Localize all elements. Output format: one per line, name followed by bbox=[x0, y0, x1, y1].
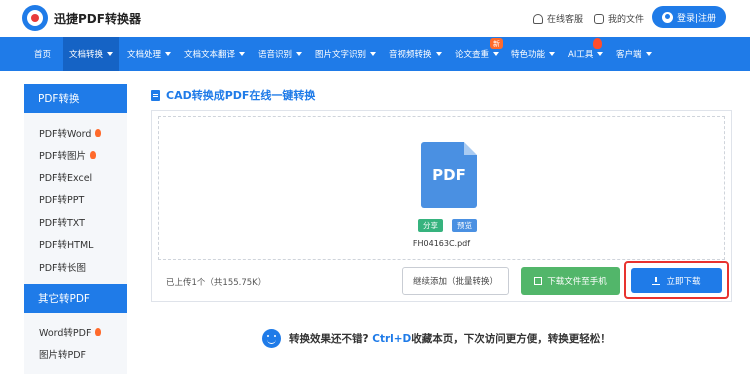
tip-shortcut: Ctrl+D bbox=[372, 333, 412, 345]
nav-label: 文档文本翻译 bbox=[184, 50, 236, 60]
nav-label: 音视频转换 bbox=[389, 50, 432, 60]
fire-icon bbox=[95, 328, 102, 336]
sidebar-item-label: PDF转Word bbox=[39, 129, 92, 140]
download-highlight: 立即下载 bbox=[624, 261, 729, 299]
nav-label: 图片文字识别 bbox=[315, 50, 367, 60]
nav-features[interactable]: 特色功能 bbox=[505, 37, 561, 71]
upload-dropzone[interactable]: PDF 分享 预览 FH04163C.pdf bbox=[158, 116, 725, 260]
nav-client[interactable]: 客户端 bbox=[610, 37, 658, 71]
sidebar: PDF转换 PDF转Word PDF转图片 PDF转Excel PDF转PPT … bbox=[24, 84, 127, 374]
page-title-text: CAD转换成PDF在线一键转换 bbox=[166, 89, 316, 102]
nav-label: 文档处理 bbox=[127, 50, 162, 60]
file-name: FH04163C.pdf bbox=[412, 239, 471, 248]
my-files-link[interactable]: 我的文件 bbox=[594, 12, 644, 25]
preview-button[interactable]: 预览 bbox=[452, 219, 477, 232]
nav-ocr[interactable]: 图片文字识别 bbox=[309, 37, 382, 71]
sidebar-item-pdf-ppt[interactable]: PDF转PPT bbox=[39, 192, 84, 206]
download-to-phone-button[interactable]: 下载文件至手机 bbox=[521, 267, 620, 295]
nav-av-convert[interactable]: 音视频转换 bbox=[383, 37, 448, 71]
sidebar-item-pdf-excel[interactable]: PDF转Excel bbox=[39, 170, 92, 184]
chevron-down-icon bbox=[493, 52, 500, 56]
top-header: 迅捷PDF转换器 在线客服 我的文件 登录|注册 bbox=[0, 0, 750, 36]
nav-home[interactable]: 首页 bbox=[28, 37, 57, 71]
login-label: 登录|注册 bbox=[676, 13, 717, 24]
tip-text-1: 转换效果还不错? bbox=[289, 333, 369, 345]
nav-translate[interactable]: 文档文本翻译 bbox=[178, 37, 251, 71]
logo-icon[interactable] bbox=[22, 5, 48, 31]
nav-label: 客户端 bbox=[616, 50, 642, 60]
fire-icon bbox=[90, 151, 97, 159]
sidebar-item-pdf-longimage[interactable]: PDF转长图 bbox=[39, 260, 86, 274]
pdf-file-icon: PDF bbox=[421, 142, 477, 208]
headset-icon bbox=[533, 13, 543, 24]
sidebar-item-pdf-image[interactable]: PDF转图片 bbox=[39, 148, 97, 162]
sidebar-item-label: PDF转PPT bbox=[39, 195, 85, 206]
sidebar-item-label: PDF转长图 bbox=[39, 263, 87, 274]
download-now-button[interactable]: 立即下载 bbox=[631, 268, 722, 293]
nav-doc-convert[interactable]: 文档转换 bbox=[63, 37, 120, 71]
chevron-down-icon bbox=[645, 52, 652, 56]
file-icon bbox=[594, 13, 604, 24]
sidebar-item-pdf-word[interactable]: PDF转Word bbox=[39, 126, 102, 140]
pdf-file-label: PDF bbox=[432, 166, 466, 184]
sidebar-item-word-pdf[interactable]: Word转PDF bbox=[39, 325, 102, 339]
chevron-down-icon bbox=[239, 52, 246, 56]
brand-name[interactable]: 迅捷PDF转换器 bbox=[54, 10, 141, 27]
page-title: CAD转换成PDF在线一键转换 bbox=[151, 87, 315, 103]
sidebar-item-image-pdf[interactable]: 图片转PDF bbox=[39, 347, 86, 361]
nav-label: 特色功能 bbox=[511, 50, 546, 60]
support-label: 在线客服 bbox=[547, 15, 584, 25]
phone-button-label: 下载文件至手机 bbox=[547, 277, 607, 287]
nav-speech[interactable]: 语音识别 bbox=[252, 37, 308, 71]
user-icon bbox=[661, 11, 673, 23]
sidebar-item-label: PDF转图片 bbox=[39, 151, 87, 162]
sidebar-item-label: PDF转TXT bbox=[39, 218, 85, 229]
share-button[interactable]: 分享 bbox=[418, 219, 443, 232]
chevron-down-icon bbox=[597, 52, 604, 56]
sidebar-item-pdf-txt[interactable]: PDF转TXT bbox=[39, 215, 85, 229]
nav-doc-process[interactable]: 文档处理 bbox=[121, 37, 177, 71]
download-button-label: 立即下载 bbox=[666, 276, 701, 287]
nav-label: 文档转换 bbox=[69, 50, 104, 60]
sidebar-item-label: Word转PDF bbox=[39, 328, 92, 339]
support-link[interactable]: 在线客服 bbox=[533, 12, 583, 25]
sidebar-section-other-to-pdf: 其它转PDF bbox=[24, 284, 127, 313]
chevron-down-icon bbox=[107, 52, 114, 56]
sidebar-item-label: 图片转PDF bbox=[39, 350, 87, 361]
fire-icon bbox=[95, 129, 102, 137]
nav-label: AI工具 bbox=[568, 50, 594, 60]
sidebar-item-label: PDF转Excel bbox=[39, 173, 93, 184]
nav-label: 语音识别 bbox=[258, 50, 293, 60]
login-button[interactable]: 登录|注册 bbox=[652, 6, 726, 28]
convert-panel: PDF 分享 预览 FH04163C.pdf 已上传1个（共155.75K） 继… bbox=[151, 110, 732, 302]
qr-code-icon bbox=[534, 277, 543, 285]
nav-label: 首页 bbox=[34, 50, 52, 60]
main-nav: 首页 文档转换 文档处理 文档文本翻译 语音识别 图片文字识别 音视频转换 论文… bbox=[0, 37, 750, 71]
bookmark-tip: 转换效果还不错? Ctrl+D收藏本页，下次访问更方便，转换更轻松！ bbox=[262, 329, 611, 348]
document-icon bbox=[151, 89, 160, 101]
sidebar-section-pdf-convert: PDF转换 bbox=[24, 84, 127, 113]
sidebar-item-pdf-html[interactable]: PDF转HTML bbox=[39, 237, 93, 251]
nav-ai-tools[interactable]: AI工具 bbox=[562, 37, 609, 71]
chevron-down-icon bbox=[165, 52, 172, 56]
my-files-label: 我的文件 bbox=[608, 15, 645, 25]
chevron-down-icon bbox=[435, 52, 442, 56]
action-bar: 已上传1个（共155.75K） 继续添加（批量转换） 下载文件至手机 立即下载 bbox=[152, 261, 731, 301]
sidebar-item-label: PDF转HTML bbox=[39, 240, 94, 251]
chevron-down-icon bbox=[370, 52, 377, 56]
download-icon bbox=[652, 276, 661, 285]
chevron-down-icon bbox=[296, 52, 303, 56]
nav-label: 论文查重 bbox=[455, 50, 490, 60]
tip-text-2: 收藏本页，下次访问更方便，转换更轻松！ bbox=[411, 333, 611, 345]
continue-add-button[interactable]: 继续添加（批量转换） bbox=[402, 267, 509, 295]
new-badge: 新 bbox=[490, 38, 503, 49]
upload-status: 已上传1个（共155.75K） bbox=[166, 278, 267, 288]
fire-icon bbox=[593, 38, 602, 49]
chevron-down-icon bbox=[549, 52, 556, 56]
smile-icon bbox=[262, 329, 281, 348]
